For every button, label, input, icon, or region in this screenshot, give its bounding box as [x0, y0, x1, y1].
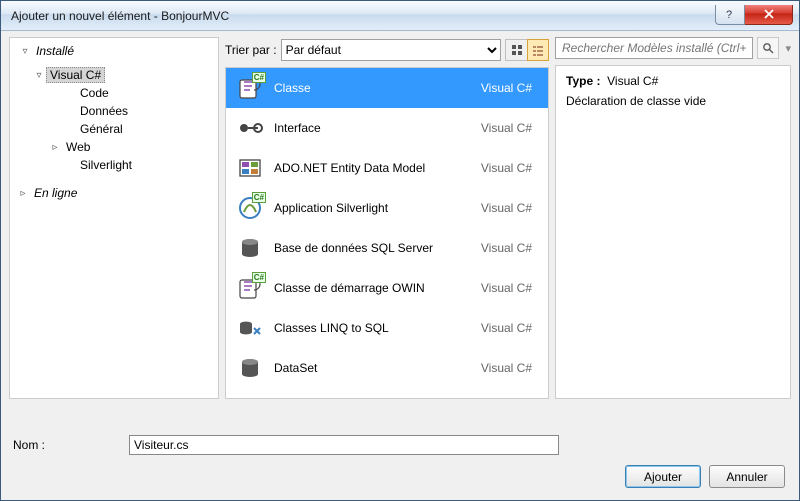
- add-button[interactable]: Ajouter: [625, 465, 701, 488]
- window-title: Ajouter un nouvel élément - BonjourMVC: [11, 9, 229, 23]
- template-lang: Visual C#: [481, 321, 538, 335]
- content-area: ▿ Installé ▿ Visual C# Code Données Généra…: [1, 31, 799, 405]
- detail-type-label: Type :: [566, 74, 600, 88]
- tree-installed[interactable]: ▿ Installé: [10, 42, 218, 60]
- detail-body: Type : Visual C# Déclaration de classe v…: [555, 65, 791, 399]
- template-lang: Visual C#: [481, 281, 538, 295]
- csharp-badge: C#: [252, 272, 266, 283]
- template-name: Classe de démarrage OWIN: [274, 281, 471, 295]
- tree-child-item[interactable]: Silverlight: [10, 156, 218, 174]
- template-item[interactable]: C# Classe Visual C#: [226, 68, 548, 108]
- window-buttons: ?: [715, 5, 793, 27]
- footer: Ajouter Annuler: [1, 461, 799, 500]
- dropdown-icon: ▾: [783, 42, 791, 55]
- close-button[interactable]: [745, 5, 793, 25]
- category-tree: ▿ Installé ▿ Visual C# Code Données Généra…: [9, 37, 219, 399]
- template-item[interactable]: C# Classe de démarrage OWIN Visual C#: [226, 268, 548, 308]
- view-list[interactable]: [527, 39, 549, 61]
- tree-child-item[interactable]: Données: [10, 102, 218, 120]
- search-row: ▾: [555, 37, 791, 65]
- help-button[interactable]: ?: [715, 5, 745, 25]
- db-icon: [236, 234, 264, 262]
- chevron-down-icon: ▿: [32, 70, 46, 81]
- search-button[interactable]: [757, 37, 779, 59]
- sort-label: Trier par :: [225, 43, 277, 57]
- chevron-down-icon: ▿: [18, 46, 32, 57]
- template-name: Classes LINQ to SQL: [274, 321, 471, 335]
- tree-label: Installé: [32, 43, 78, 59]
- name-row: Nom :: [1, 405, 799, 461]
- template-item[interactable]: DataSet Visual C#: [226, 348, 548, 388]
- template-name: DataSet: [274, 361, 471, 375]
- template-list: C#ClasseVisual C#InterfaceVisual C#ADO.N…: [225, 67, 549, 399]
- template-item[interactable]: Base de données SQL Server Visual C#: [226, 228, 548, 268]
- detail-type-value: Visual C#: [607, 74, 658, 88]
- cancel-button[interactable]: Annuler: [709, 465, 785, 488]
- tree-label: Données: [76, 103, 132, 119]
- tree-label: Général: [76, 121, 127, 137]
- template-lang: Visual C#: [481, 161, 538, 175]
- template-name: Application Silverlight: [274, 201, 471, 215]
- tree-child-item[interactable]: Général: [10, 120, 218, 138]
- template-lang: Visual C#: [481, 361, 538, 375]
- csharp-badge: C#: [252, 72, 266, 83]
- templates-panel: Trier par : Par défaut C# Classe Visual C#…: [225, 37, 549, 399]
- dialog-window: Ajouter un nouvel élément - BonjourMVC ?…: [0, 0, 800, 501]
- svg-text:?: ?: [726, 9, 732, 20]
- tree-online[interactable]: ▹ En ligne: [10, 184, 218, 202]
- csharp-badge: C#: [252, 192, 266, 203]
- db-icon: [236, 354, 264, 382]
- template-name: Classe: [274, 81, 471, 95]
- interface-icon: [236, 114, 264, 142]
- template-name: ADO.NET Entity Data Model: [274, 161, 471, 175]
- template-name: Interface: [274, 121, 471, 135]
- tree-label: En ligne: [30, 185, 81, 201]
- template-lang: Visual C#: [481, 121, 538, 135]
- template-lang: Visual C#: [481, 241, 538, 255]
- tree-child-item[interactable]: Code: [10, 84, 218, 102]
- class-icon: C#: [236, 74, 264, 102]
- template-lang: Visual C#: [481, 81, 538, 95]
- chevron-right-icon: ▹: [48, 142, 62, 153]
- template-lang: Visual C#: [481, 201, 538, 215]
- sort-select[interactable]: Par défaut: [281, 39, 501, 61]
- titlebar: Ajouter un nouvel élément - BonjourMVC ?: [1, 1, 799, 31]
- name-label: Nom :: [13, 438, 45, 452]
- sort-row: Trier par : Par défaut: [225, 37, 549, 67]
- silverlight-icon: C#: [236, 194, 264, 222]
- linq-icon: [236, 314, 264, 342]
- tree-visual-csharp[interactable]: ▿ Visual C#: [10, 66, 218, 84]
- online-templates-link[interactable]: Cliquez ici pour vous connecter et reche…: [226, 388, 548, 399]
- tree-label: Silverlight: [76, 157, 136, 173]
- template-name: Base de données SQL Server: [274, 241, 471, 255]
- template-item[interactable]: C# Application Silverlight Visual C#: [226, 188, 548, 228]
- detail-panel: ▾ Type : Visual C# Déclaration de classe…: [555, 37, 791, 399]
- view-toggle: [505, 39, 549, 61]
- detail-description: Déclaration de classe vide: [566, 94, 780, 108]
- tree-label: Visual C#: [46, 67, 105, 83]
- class-icon: C#: [236, 274, 264, 302]
- search-input[interactable]: [555, 37, 753, 59]
- tree-child-item[interactable]: ▹Web: [10, 138, 218, 156]
- tree-label: Web: [62, 139, 94, 155]
- view-grid[interactable]: [506, 40, 528, 60]
- template-item[interactable]: Classes LINQ to SQL Visual C#: [226, 308, 548, 348]
- template-item[interactable]: Interface Visual C#: [226, 108, 548, 148]
- name-input[interactable]: [129, 435, 559, 455]
- tree-label: Code: [76, 85, 113, 101]
- template-item[interactable]: ADO.NET Entity Data Model Visual C#: [226, 148, 548, 188]
- entity-icon: [236, 154, 264, 182]
- chevron-right-icon: ▹: [16, 188, 30, 199]
